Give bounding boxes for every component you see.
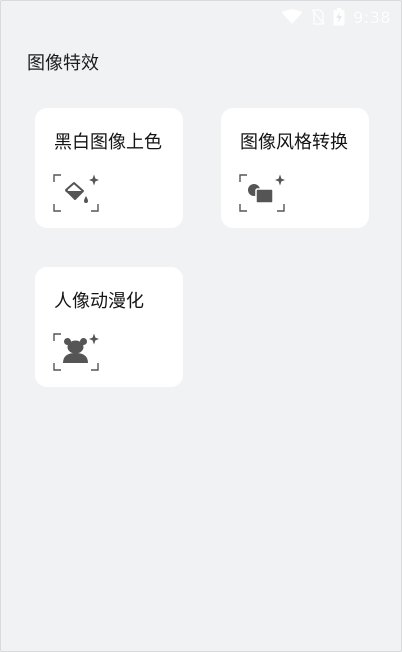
- status-time: 9:38: [353, 7, 391, 27]
- status-bar: 9:38: [1, 1, 401, 33]
- feature-card-style-transfer[interactable]: 图像风格转换: [221, 108, 369, 228]
- page-title: 图像特效: [27, 53, 99, 74]
- no-sim-icon: [311, 9, 325, 25]
- card-label: 黑白图像上色: [54, 132, 162, 153]
- battery-charging-icon: [333, 8, 345, 26]
- bear-sparkle-icon: [53, 333, 99, 371]
- card-label: 图像风格转换: [240, 132, 348, 153]
- app-screen: 9:38 图像特效 黑白图像上色 图像风格转换 人像动漫化: [0, 0, 402, 652]
- wifi-icon: [281, 9, 303, 24]
- feature-card-anime-portrait[interactable]: 人像动漫化: [35, 267, 183, 387]
- card-label: 人像动漫化: [54, 291, 144, 312]
- paint-bucket-sparkle-icon: [53, 174, 99, 212]
- feature-card-colorize[interactable]: 黑白图像上色: [35, 108, 183, 228]
- style-transfer-sparkle-icon: [239, 174, 285, 212]
